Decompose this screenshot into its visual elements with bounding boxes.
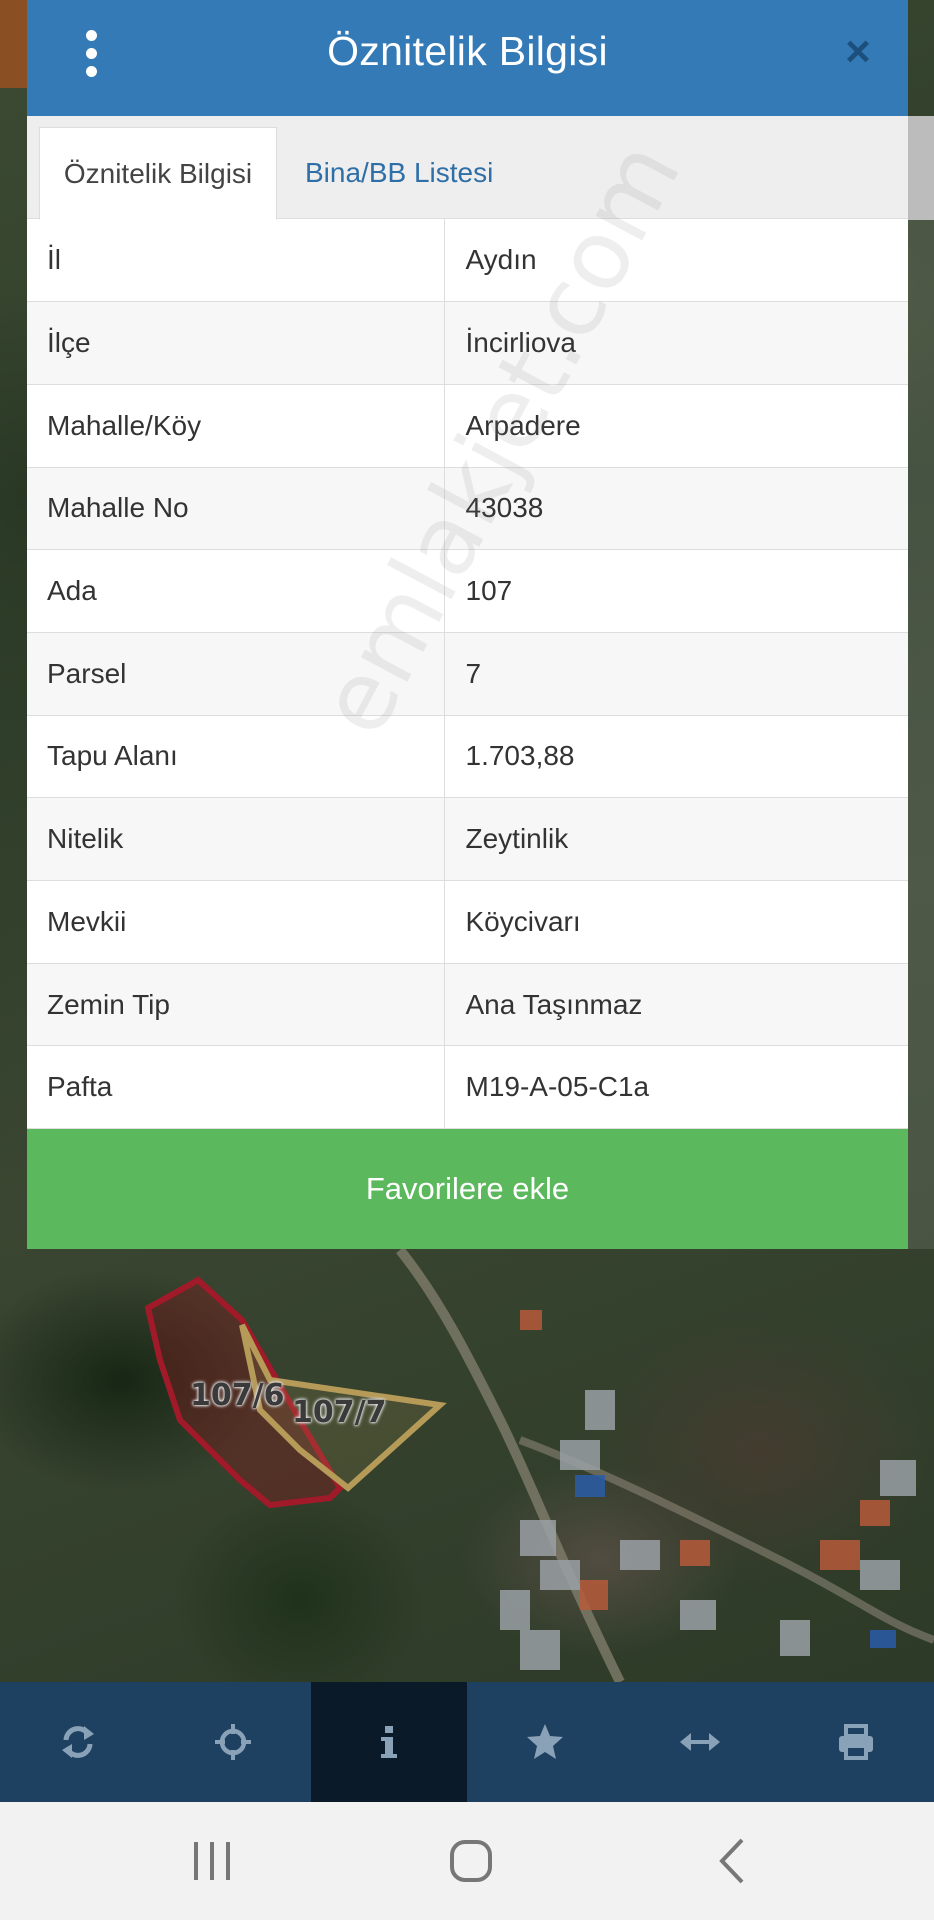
attribute-table: İl Aydın İlçe İncirliova Mahalle/Köy Arpade…	[27, 219, 908, 1130]
table-row: Zemin Tip Ana Taşınmaz	[27, 963, 908, 1047]
row-value: 7	[444, 632, 908, 716]
row-value: 107	[444, 549, 908, 633]
parcel-label-107-7: 107/7	[292, 1395, 387, 1430]
home-icon[interactable]	[431, 1832, 511, 1890]
measure-button[interactable]	[623, 1682, 779, 1802]
popup-scrollbar-thumb[interactable]	[908, 116, 934, 220]
tab-building-list[interactable]: Bina/BB Listesi	[283, 127, 515, 220]
close-icon[interactable]: ×	[838, 30, 878, 74]
table-row: Ada 107	[27, 549, 908, 633]
row-value: Zeytinlik	[444, 797, 908, 881]
row-key: Zemin Tip	[27, 963, 445, 1047]
locate-button[interactable]	[156, 1682, 312, 1802]
refresh-button[interactable]	[0, 1682, 156, 1802]
system-nav-bar	[0, 1802, 934, 1920]
add-to-favorites-button[interactable]: Favorilere ekle	[27, 1129, 908, 1249]
row-value: Ana Taşınmaz	[444, 963, 908, 1047]
row-key: Mahalle/Köy	[27, 384, 445, 468]
table-row: Pafta M19-A-05-C1a	[27, 1045, 908, 1130]
row-value: 43038	[444, 467, 908, 551]
popup-scrollbar-track[interactable]	[908, 116, 934, 1249]
tab-attribute-info[interactable]: Öznitelik Bilgisi	[39, 127, 277, 220]
row-key: Nitelik	[27, 797, 445, 881]
info-icon	[381, 1726, 398, 1758]
refresh-icon	[61, 1726, 94, 1758]
print-button[interactable]	[778, 1682, 934, 1802]
table-row: Tapu Alanı 1.703,88	[27, 715, 908, 799]
row-value: 1.703,88	[444, 715, 908, 799]
bottom-toolbar	[0, 1682, 934, 1802]
crosshair-icon	[215, 1724, 252, 1760]
row-value: Aydın	[444, 219, 908, 303]
row-key: İlçe	[27, 301, 445, 385]
row-key: Parsel	[27, 632, 445, 716]
back-icon[interactable]	[692, 1832, 772, 1890]
row-key: Mahalle No	[27, 467, 445, 551]
print-icon	[839, 1724, 874, 1760]
row-value: M19-A-05-C1a	[444, 1045, 908, 1130]
row-key: Ada	[27, 549, 445, 633]
row-key: Tapu Alanı	[27, 715, 445, 799]
star-icon	[526, 1724, 563, 1759]
measure-arrows-icon	[680, 1733, 721, 1751]
table-row: Mevkii Köycivarı	[27, 880, 908, 964]
row-value: İncirliova	[444, 301, 908, 385]
popup-header: Öznitelik Bilgisi ×	[27, 0, 908, 116]
row-key: Mevkii	[27, 880, 445, 964]
tab-bar: Öznitelik Bilgisi Bina/BB Listesi	[27, 116, 908, 220]
popup-title: Öznitelik Bilgisi	[327, 28, 608, 74]
table-row: Mahalle/Köy Arpadere	[27, 384, 908, 468]
table-row: İl Aydın	[27, 219, 908, 303]
row-value: Arpadere	[444, 384, 908, 468]
attribute-info-popup: Öznitelik Bilgisi × Öznitelik Bilgisi Bi…	[27, 0, 908, 1249]
row-value: Köycivarı	[444, 880, 908, 964]
table-row: Nitelik Zeytinlik	[27, 797, 908, 881]
favorites-button[interactable]	[467, 1682, 623, 1802]
table-row: Mahalle No 43038	[27, 467, 908, 551]
row-key: Pafta	[27, 1045, 445, 1130]
parcel-label-107-6: 107/6	[190, 1378, 285, 1413]
table-row: İlçe İncirliova	[27, 301, 908, 385]
row-key: İl	[27, 219, 445, 303]
recents-icon[interactable]	[172, 1832, 252, 1890]
table-row: Parsel 7	[27, 632, 908, 716]
info-button[interactable]	[311, 1682, 467, 1802]
